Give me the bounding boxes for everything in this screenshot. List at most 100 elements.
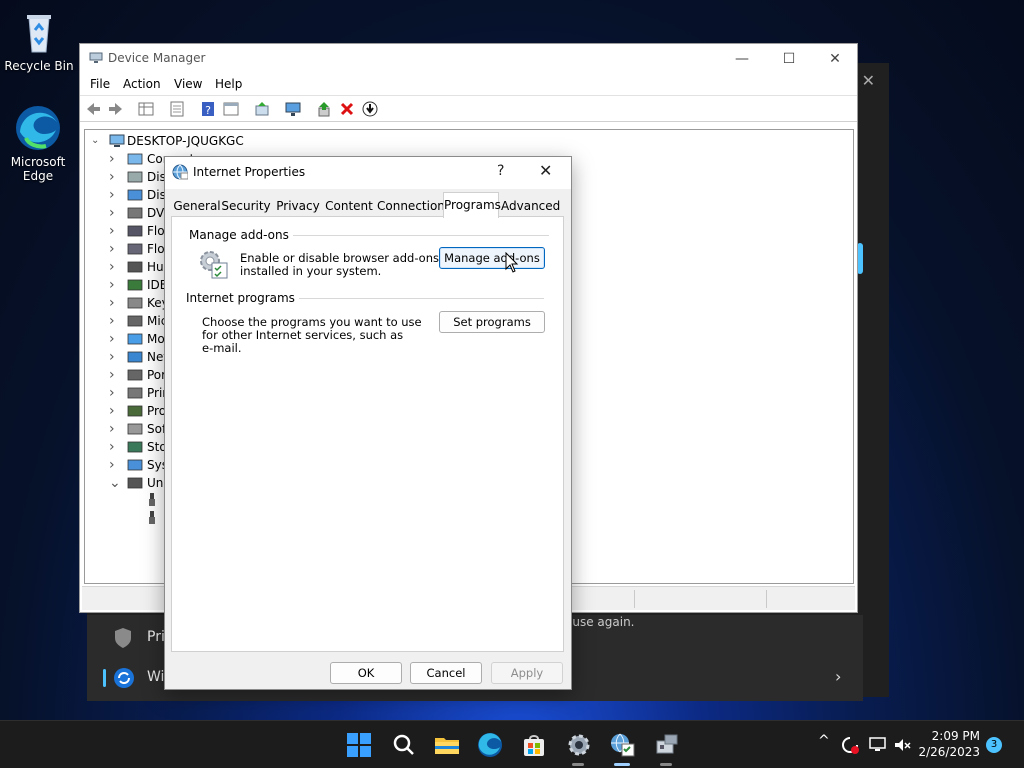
menu-action[interactable]: Action (123, 77, 161, 91)
chevron-down-icon[interactable]: ⌄ (91, 132, 103, 150)
chevron-right-icon[interactable]: › (109, 168, 121, 186)
title-bar[interactable]: Device Manager — ☐ ✕ (80, 44, 857, 74)
chevron-right-icon[interactable]: › (109, 276, 121, 294)
notification-center-icon[interactable] (840, 735, 860, 755)
menu-file[interactable]: File (90, 77, 110, 91)
dvd-drive-icon (127, 206, 143, 220)
menu-view[interactable]: View (174, 77, 202, 91)
status-cell (634, 590, 635, 608)
download-icon[interactable] (361, 100, 379, 118)
chevron-right-icon[interactable]: › (109, 420, 121, 438)
apply-button[interactable]: Apply (491, 662, 563, 684)
tab-connections[interactable]: Connections (377, 195, 451, 217)
tab-general[interactable]: General (173, 195, 221, 217)
clock[interactable]: 2:09 PM 2/26/2023 (918, 728, 980, 760)
notification-badge[interactable]: 3 (986, 737, 1002, 753)
set-programs-button[interactable]: Set programs (439, 311, 545, 333)
floppy-controller-icon (127, 242, 143, 256)
ide-controller-icon (127, 278, 143, 292)
manage-addons-description-line2: installed in your system. (240, 264, 382, 278)
uninstall-icon[interactable] (338, 100, 356, 118)
device-manager-taskbar-icon[interactable] (653, 731, 681, 759)
internet-options-icon[interactable] (608, 731, 636, 759)
network-icon[interactable] (868, 735, 888, 755)
help-button[interactable]: ? (497, 163, 504, 179)
tab-content[interactable]: Content (323, 195, 375, 217)
store-icon[interactable] (520, 731, 548, 759)
selection-indicator (103, 669, 106, 687)
list-view-icon[interactable] (168, 100, 186, 118)
programs-tab-panel: Manage add-ons Enable or disable browser… (171, 216, 564, 652)
monitor-icon[interactable] (284, 100, 302, 118)
maximize-icon[interactable]: ☐ (766, 49, 812, 71)
print-queue-icon (127, 386, 143, 400)
desktop-icon-recycle-bin[interactable]: Recycle Bin (1, 8, 77, 73)
chevron-right-icon[interactable]: › (109, 204, 121, 222)
usb-device-icon[interactable] (147, 510, 157, 526)
manage-addons-button[interactable]: Manage add-ons (439, 247, 545, 269)
menu-help[interactable]: Help (215, 77, 242, 91)
chevron-right-icon[interactable]: › (109, 438, 121, 456)
tab-advanced[interactable]: Advanced (501, 195, 560, 217)
chevron-right-icon[interactable]: › (109, 402, 121, 420)
volume-muted-icon[interactable] (892, 735, 912, 755)
computer-icon (109, 134, 125, 148)
tree-root[interactable]: ⌄ DESKTOP-JQUGKGC (91, 132, 391, 150)
tab-programs[interactable]: Programs (443, 192, 501, 218)
close-icon[interactable]: ✕ (862, 71, 875, 90)
start-windows-icon[interactable] (345, 731, 373, 759)
file-explorer-icon[interactable] (433, 731, 461, 759)
storage-controller-icon (127, 440, 143, 454)
manage-addons-group-label: Manage add-ons (189, 228, 293, 242)
chevron-right-icon[interactable]: › (109, 150, 121, 168)
desktop-icon-edge[interactable]: Microsoft Edge (0, 104, 76, 183)
keyboard-icon (127, 296, 143, 310)
tab-privacy[interactable]: Privacy (274, 195, 322, 217)
internet-programs-description-line3: e-mail. (202, 341, 242, 355)
mouse-icon (127, 314, 143, 328)
chevron-right-icon[interactable]: › (109, 384, 121, 402)
chevron-right-icon[interactable]: › (109, 348, 121, 366)
dialog-close-button[interactable]: ✕ (539, 161, 552, 180)
ok-button[interactable]: OK (330, 662, 402, 684)
dialog-title: Internet Properties (193, 165, 306, 179)
toolbar: ? (80, 96, 857, 122)
chevron-right-icon[interactable]: › (109, 312, 121, 330)
settings-gear-icon[interactable] (565, 731, 593, 759)
chevron-up-icon[interactable]: ^ (818, 733, 830, 749)
search-icon[interactable] (390, 731, 418, 759)
usb-device-icon[interactable] (147, 492, 157, 508)
system-device-icon (127, 458, 143, 472)
chevron-right-icon[interactable]: › (109, 240, 121, 258)
ports-icon (127, 368, 143, 382)
menu-bar: File Action View Help (80, 74, 857, 96)
details-view-icon[interactable] (222, 100, 240, 118)
scan-hardware-icon[interactable] (253, 100, 271, 118)
disk-drive-icon (127, 170, 143, 184)
clock-date: 2/26/2023 (918, 745, 980, 759)
properties-grid-icon[interactable] (137, 100, 155, 118)
internet-globe-icon (172, 164, 189, 180)
monitor-icon (127, 332, 143, 346)
close-icon[interactable]: ✕ (812, 49, 858, 71)
update-driver-icon[interactable] (315, 100, 333, 118)
tab-security[interactable]: Security (221, 195, 271, 217)
computer-icon (127, 152, 143, 166)
chevron-right-icon[interactable]: › (109, 456, 121, 474)
desktop-icon-label: Microsoft Edge (10, 155, 66, 183)
dialog-title-bar[interactable]: Internet Properties ? ✕ (165, 157, 571, 189)
chevron-right-icon[interactable]: › (109, 222, 121, 240)
back-arrow-icon[interactable] (84, 100, 102, 118)
cancel-button[interactable]: Cancel (410, 662, 482, 684)
chevron-down-icon[interactable]: ⌄ (109, 474, 121, 492)
running-indicator (572, 763, 584, 766)
help-icon[interactable]: ? (199, 100, 217, 118)
edge-icon[interactable] (476, 731, 504, 759)
chevron-right-icon[interactable]: › (109, 330, 121, 348)
chevron-right-icon[interactable]: › (109, 366, 121, 384)
forward-arrow-icon[interactable] (107, 100, 125, 118)
chevron-right-icon[interactable]: › (109, 258, 121, 276)
minimize-icon[interactable]: — (719, 49, 765, 71)
chevron-right-icon[interactable]: › (109, 186, 121, 204)
chevron-right-icon[interactable]: › (109, 294, 121, 312)
